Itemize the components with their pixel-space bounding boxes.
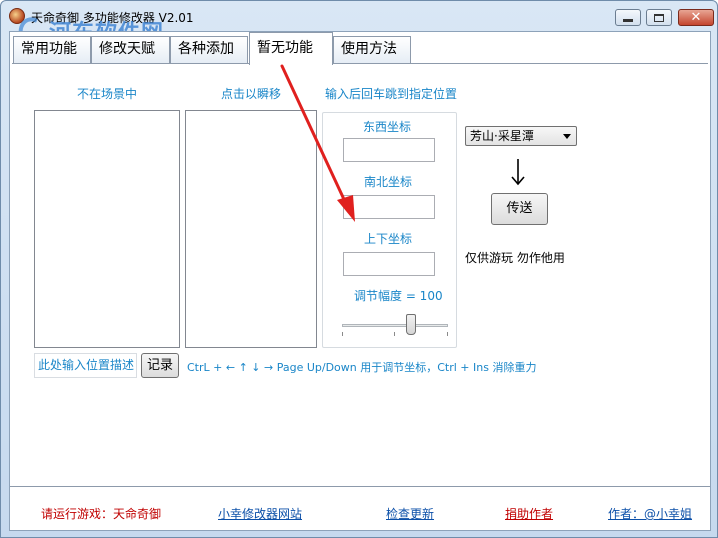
adjust-slider-ticks bbox=[342, 332, 448, 336]
tab-usage[interactable]: 使用方法 bbox=[333, 36, 411, 63]
donate-link[interactable]: 捐助作者 bbox=[505, 505, 553, 522]
east-west-label: 东西坐标 bbox=[363, 120, 412, 134]
minimize-button[interactable] bbox=[615, 9, 641, 26]
adjust-amount-label: 调节幅度 = 100 bbox=[354, 289, 443, 303]
record-button[interactable]: 记录 bbox=[141, 353, 179, 378]
up-down-label: 上下坐标 bbox=[364, 232, 413, 246]
send-button[interactable]: 传送 bbox=[491, 193, 548, 225]
teleport-list[interactable] bbox=[185, 110, 317, 348]
not-in-scene-list[interactable] bbox=[34, 110, 180, 348]
tab-strip: 常用功能 修改天赋 各种添加 暂无功能 使用方法 bbox=[10, 32, 710, 65]
app-icon bbox=[9, 8, 25, 24]
chevron-down-icon bbox=[563, 134, 571, 139]
hotkey-hint: CtrL + ← ↑ ↓ → Page Up/Down 用于调节坐标，Ctrl … bbox=[187, 361, 537, 374]
maximize-button[interactable] bbox=[646, 9, 672, 26]
close-icon: ✕ bbox=[690, 10, 702, 25]
window-title: 天命奇御 多功能修改器 V2.01 bbox=[31, 11, 194, 25]
close-button[interactable]: ✕ bbox=[678, 9, 714, 26]
location-description-input[interactable]: 此处输入位置描述 bbox=[34, 353, 137, 378]
disclaimer-text: 仅供游玩 勿作他用 bbox=[465, 251, 565, 265]
slider-tick bbox=[447, 332, 448, 336]
website-link[interactable]: 小幸修改器网站 bbox=[218, 505, 302, 522]
adjust-slider-thumb[interactable] bbox=[406, 314, 416, 335]
tab-common-functions[interactable]: 常用功能 bbox=[13, 36, 91, 63]
tab-add-items[interactable]: 各种添加 bbox=[170, 36, 248, 63]
north-south-label: 南北坐标 bbox=[364, 175, 413, 189]
run-game-status: 请运行游戏：天命奇御 bbox=[41, 507, 162, 521]
east-west-input[interactable] bbox=[343, 138, 435, 162]
slider-tick bbox=[394, 332, 395, 336]
app-window: 天命奇御 多功能修改器 V2.01 河东软件网 www.pc0359.cn ✕ … bbox=[0, 0, 718, 538]
arrow-down-icon bbox=[511, 159, 525, 186]
minimize-icon bbox=[623, 19, 633, 22]
location-select-value: 芳山·采星潭 bbox=[470, 129, 534, 143]
maximize-icon bbox=[654, 13, 664, 22]
click-teleport-label: 点击以瞬移 bbox=[221, 87, 282, 101]
location-select[interactable]: 芳山·采星潭 bbox=[465, 126, 577, 146]
tab-no-function[interactable]: 暂无功能 bbox=[249, 32, 333, 65]
footer-divider bbox=[10, 486, 710, 487]
slider-tick bbox=[342, 332, 343, 336]
up-down-input[interactable] bbox=[343, 252, 435, 276]
tab-modify-talent[interactable]: 修改天赋 bbox=[91, 36, 170, 63]
client-area: 常用功能 修改天赋 各种添加 暂无功能 使用方法 不在场景中 点击以瞬移 输入后… bbox=[9, 31, 711, 531]
adjust-slider-track[interactable] bbox=[342, 324, 448, 327]
title-bar: 天命奇御 多功能修改器 V2.01 河东软件网 www.pc0359.cn ✕ bbox=[1, 1, 717, 64]
enter-jump-label: 输入后回车跳到指定位置 bbox=[325, 87, 458, 101]
author-link[interactable]: 作者：@小幸姐 bbox=[608, 505, 692, 522]
not-in-scene-label: 不在场景中 bbox=[77, 87, 138, 101]
check-update-link[interactable]: 检查更新 bbox=[386, 505, 434, 522]
north-south-input[interactable] bbox=[343, 195, 435, 219]
